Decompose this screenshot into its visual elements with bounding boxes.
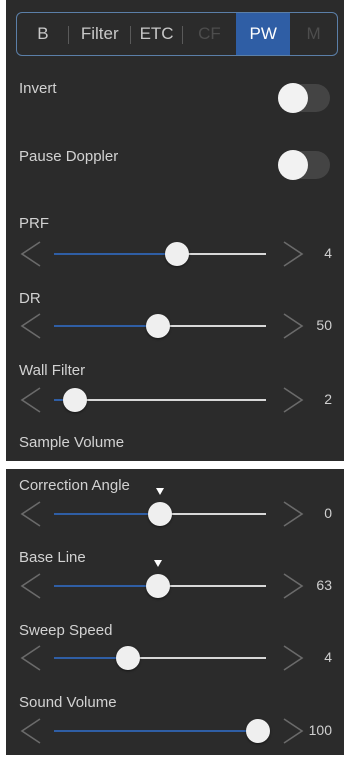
slider-value: 2 (324, 391, 332, 407)
tab-label: M (306, 24, 321, 43)
prf-label: PRF (19, 215, 49, 232)
slider-fill (54, 325, 158, 327)
slider-thumb[interactable] (164, 242, 189, 266)
slider-fill (54, 253, 177, 255)
slider-thumb[interactable] (145, 314, 170, 338)
slider-thumb[interactable] (148, 502, 172, 526)
slider-value: 0 (324, 505, 332, 521)
invert-label: Invert (19, 80, 57, 97)
chevron-left-icon[interactable] (16, 713, 46, 749)
chevron-left-icon[interactable] (16, 382, 46, 418)
correction-angle-slider-row: 0 (6, 488, 344, 532)
toggle-knob (278, 83, 308, 113)
invert-toggle[interactable] (278, 83, 330, 113)
chevron-right-icon[interactable] (278, 382, 308, 418)
wall-filter-slider-row: 2 (6, 382, 344, 418)
mode-tabs: B Filter ETC CF PW M (16, 12, 338, 56)
default-marker-icon (156, 488, 164, 495)
slider-value: 50 (316, 317, 332, 333)
sample-volume-label: Sample Volume (19, 434, 125, 451)
wall-filter-label: Wall Filter (19, 362, 86, 379)
slider-track[interactable] (54, 646, 266, 670)
chevron-right-icon[interactable] (278, 308, 308, 344)
slider-thumb[interactable] (63, 388, 88, 412)
pause-doppler-toggle[interactable] (278, 150, 330, 180)
slider-fill (54, 730, 258, 732)
tab-cf[interactable]: CF (183, 13, 237, 55)
slider-thumb[interactable] (116, 646, 141, 670)
chevron-right-icon[interactable] (278, 236, 308, 272)
prf-slider-row: 4 (6, 236, 344, 272)
slider-value: 4 (324, 245, 332, 261)
tab-label: Filter (80, 24, 119, 43)
dr-label: DR (19, 290, 41, 307)
slider-value: 63 (316, 577, 332, 593)
chevron-left-icon[interactable] (16, 308, 46, 344)
slider-track[interactable] (54, 242, 266, 266)
slider-value: 4 (324, 649, 332, 665)
tab-pw[interactable]: PW (236, 13, 291, 55)
slider-track[interactable] (54, 314, 266, 338)
slider-track[interactable] (54, 719, 270, 743)
slider-track[interactable] (54, 388, 266, 412)
slider-thumb[interactable] (145, 574, 170, 598)
sweep-speed-slider-row: 4 (6, 640, 344, 676)
slider-track[interactable] (54, 560, 266, 598)
chevron-right-icon[interactable] (278, 496, 308, 532)
settings-panel-bottom: Correction Angle 0 Base Line 63 Sweep Sp… (6, 469, 344, 755)
slider-fill (54, 513, 160, 515)
slider-fill (54, 585, 158, 587)
slider-track[interactable] (54, 488, 266, 526)
tab-label: B (37, 24, 49, 43)
sound-volume-slider-row: 100 (6, 713, 344, 749)
chevron-right-icon[interactable] (278, 713, 308, 749)
settings-panel-top: B Filter ETC CF PW M Invert Pause Dopple… (6, 0, 344, 461)
base-line-label: Base Line (19, 549, 86, 566)
chevron-left-icon[interactable] (16, 640, 46, 676)
dr-slider-row: 50 (6, 308, 344, 344)
tab-label: ETC (139, 24, 174, 43)
tab-etc[interactable]: ETC (131, 13, 183, 55)
tab-b[interactable]: B (17, 13, 69, 55)
tab-label: PW (249, 24, 277, 43)
chevron-left-icon[interactable] (16, 236, 46, 272)
sweep-speed-label: Sweep Speed (19, 622, 113, 639)
toggle-knob (278, 150, 308, 180)
chevron-left-icon[interactable] (16, 496, 46, 532)
default-marker-icon (153, 560, 162, 567)
tab-m[interactable]: M (290, 13, 337, 55)
base-line-slider-row: 63 (6, 560, 344, 604)
sound-volume-label: Sound Volume (19, 694, 117, 711)
chevron-right-icon[interactable] (278, 568, 308, 604)
chevron-right-icon[interactable] (278, 640, 308, 676)
tab-label: CF (198, 24, 221, 43)
chevron-left-icon[interactable] (16, 568, 46, 604)
slider-value: 100 (308, 722, 332, 738)
pause-doppler-label: Pause Doppler (19, 148, 119, 165)
tab-filter[interactable]: Filter (69, 13, 131, 55)
correction-angle-label: Correction Angle (19, 477, 130, 494)
slider-thumb[interactable] (245, 719, 270, 743)
